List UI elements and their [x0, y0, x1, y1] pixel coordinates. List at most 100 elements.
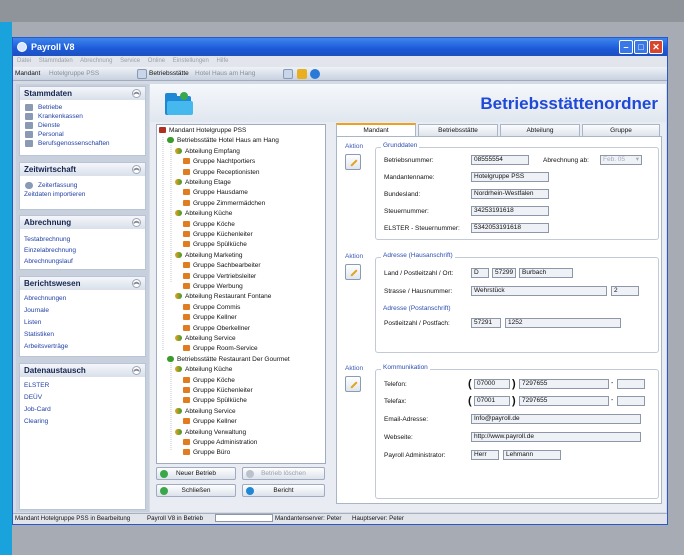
betrieb-loeschen-button[interactable]: Betrieb löschen: [242, 467, 325, 480]
panel-header[interactable]: Abrechnung ︽: [20, 216, 145, 229]
tree-node-abteilung[interactable]: Abteilung Empfang: [175, 147, 240, 156]
mandant-selector[interactable]: Hotelgruppe PSS: [47, 69, 137, 79]
tab-mandant[interactable]: Mandant: [336, 123, 416, 136]
sidebar-item-arbeitsvertraege[interactable]: Arbeitsverträge: [20, 342, 145, 354]
telefon-nummer-field[interactable]: 7297655: [519, 379, 609, 389]
sidebar-item-deuev[interactable]: DEÜV: [20, 393, 145, 405]
collapse-icon[interactable]: ︽: [132, 89, 141, 98]
sidebar-item-dienste[interactable]: Dienste: [20, 121, 145, 130]
panel-header[interactable]: Stammdaten ︽: [20, 87, 145, 100]
back-icon[interactable]: [297, 69, 307, 79]
sidebar-item-job-card[interactable]: Job-Card: [20, 405, 145, 417]
bericht-button[interactable]: Bericht: [242, 484, 325, 497]
tree-node-gruppe[interactable]: Gruppe Commis: [183, 303, 240, 312]
sidebar-item-krankenkassen[interactable]: Krankenkassen: [20, 112, 145, 121]
postfach-field[interactable]: 1252: [505, 318, 621, 328]
ort-field[interactable]: Burbach: [519, 268, 573, 278]
tree-node-gruppe[interactable]: Gruppe Oberkellner: [183, 324, 250, 333]
collapse-icon[interactable]: ︽: [132, 366, 141, 375]
betrieb-picker-icon[interactable]: [283, 69, 293, 79]
telefon-durchwahl-field[interactable]: [617, 379, 645, 389]
sidebar-item-zeitdaten[interactable]: Zeitdaten importieren: [20, 190, 145, 199]
tree-node-gruppe[interactable]: Gruppe Büro: [183, 449, 230, 457]
email-field[interactable]: Info@payroll.de: [471, 414, 641, 424]
tab-betriebsstaette[interactable]: Betriebsstätte: [418, 124, 498, 136]
land-field[interactable]: D: [471, 268, 489, 278]
tree-node-gruppe[interactable]: Gruppe Receptionisten: [183, 168, 260, 177]
collapse-icon[interactable]: ︽: [132, 165, 141, 174]
edit-pencil-icon[interactable]: [345, 376, 361, 392]
sidebar-item-journale[interactable]: Journale: [20, 306, 145, 318]
tree-node-abteilung[interactable]: Abteilung Küche: [175, 210, 232, 218]
menu-stammdaten[interactable]: Stammdaten: [39, 58, 73, 64]
tree-node-gruppe[interactable]: Gruppe Kellner: [183, 418, 237, 426]
tab-abteilung[interactable]: Abteilung: [500, 124, 580, 136]
sidebar-item-abrechnungslauf[interactable]: Abrechnungslauf: [20, 257, 145, 268]
elster-field[interactable]: 5342053191618: [471, 223, 549, 233]
tree-node-gruppe[interactable]: Gruppe Nachtportiers: [183, 158, 255, 166]
tree-node-gruppe[interactable]: Gruppe Kellner: [183, 314, 237, 322]
tree-node-gruppe[interactable]: Gruppe Hausdame: [183, 189, 248, 197]
tree-node-gruppe[interactable]: Gruppe Zimmermädchen: [183, 199, 265, 208]
sidebar-item-personal[interactable]: Personal: [20, 130, 145, 139]
tree-node-abteilung[interactable]: Abteilung Marketing: [175, 251, 242, 260]
telefax-nummer-field[interactable]: 7297655: [519, 396, 609, 406]
tree-node-gruppe[interactable]: Gruppe Küchenleiter: [183, 387, 253, 395]
menu-service[interactable]: Service: [120, 58, 140, 64]
betriebsnummer-field[interactable]: 08555554: [471, 155, 529, 165]
telefon-vorwahl-field[interactable]: 07000: [474, 379, 510, 389]
hausnummer-field[interactable]: 2: [611, 286, 639, 296]
admin-anrede-field[interactable]: Herr: [471, 450, 499, 460]
mandant-picker-icon[interactable]: [137, 69, 147, 79]
sidebar-item-listen[interactable]: Listen: [20, 318, 145, 330]
tree-node-gruppe[interactable]: Gruppe Vertriebsleiter: [183, 272, 256, 281]
tree-node-gruppe[interactable]: Gruppe Köche: [183, 220, 235, 229]
menu-hilfe[interactable]: Hilfe: [217, 58, 229, 64]
plz-field[interactable]: 57299: [492, 268, 516, 278]
telefax-vorwahl-field[interactable]: 07001: [474, 396, 510, 406]
tree-node-mandant[interactable]: Mandant Hotelgruppe PSS: [159, 127, 246, 135]
sidebar-item-berufsgenossenschaften[interactable]: Berufsgenossenschaften: [20, 139, 145, 148]
tree-node-gruppe[interactable]: Gruppe Spülküche: [183, 241, 247, 249]
telefax-durchwahl-field[interactable]: [617, 396, 645, 406]
betrieb-selector[interactable]: Hotel Haus am Hang: [193, 69, 281, 79]
edit-pencil-icon[interactable]: [345, 154, 361, 170]
tree-node-abteilung[interactable]: Abteilung Verwaltung: [175, 428, 246, 437]
sidebar-item-zeiterfassung[interactable]: Zeiterfassung: [20, 181, 145, 190]
tab-gruppe[interactable]: Gruppe: [582, 124, 660, 136]
tree-node-gruppe[interactable]: Gruppe Room-Service: [183, 345, 258, 353]
abrechnung-ab-select[interactable]: Feb. 05 ▾: [600, 155, 642, 165]
sidebar-item-clearing[interactable]: Clearing: [20, 417, 145, 429]
tree-node-gruppe[interactable]: Gruppe Werbung: [183, 283, 243, 291]
tree-node-gruppe[interactable]: Gruppe Küchenleiter: [183, 231, 253, 239]
collapse-icon[interactable]: ︽: [132, 218, 141, 227]
help-icon[interactable]: [310, 69, 320, 79]
tree-node-abteilung[interactable]: Abteilung Service: [175, 335, 236, 343]
sidebar-item-betriebe[interactable]: Betriebe: [20, 103, 145, 112]
webseite-field[interactable]: http://www.payroll.de: [471, 432, 641, 442]
post-plz-field[interactable]: 57291: [471, 318, 501, 328]
sidebar-item-einzelabrechnung[interactable]: Einzelabrechnung: [20, 246, 145, 257]
tree-node-gruppe[interactable]: Gruppe Köche: [183, 376, 235, 385]
tree-node-gruppe[interactable]: Gruppe Sachbearbeiter: [183, 262, 261, 270]
tree-node-betriebsstaette[interactable]: Betriebsstätte Restaurant Der Gourmet: [167, 355, 290, 364]
bundesland-field[interactable]: Nordrhein-Westfalen: [471, 189, 549, 199]
strasse-field[interactable]: Wehrstück: [471, 286, 607, 296]
tree-node-gruppe[interactable]: Gruppe Administration: [183, 439, 257, 447]
schliessen-button[interactable]: Schließen: [156, 484, 236, 497]
panel-header[interactable]: Berichtswesen ︽: [20, 277, 145, 290]
maximize-icon[interactable]: □: [634, 40, 648, 54]
menu-einstellungen[interactable]: Einstellungen: [173, 58, 209, 64]
steuernummer-field[interactable]: 34253191618: [471, 206, 549, 216]
mandantenname-field[interactable]: Hotelgruppe PSS: [471, 172, 549, 182]
sidebar-item-elster[interactable]: ELSTER: [20, 381, 145, 393]
sidebar-item-testabrechnung[interactable]: Testabrechnung: [20, 235, 145, 246]
close-icon[interactable]: ✕: [649, 40, 663, 54]
menu-online[interactable]: Online: [148, 58, 165, 64]
tree-node-abteilung[interactable]: Abteilung Service: [175, 407, 236, 416]
tree-node-gruppe[interactable]: Gruppe Spülküche: [183, 397, 247, 405]
sidebar-item-statistiken[interactable]: Statistiken: [20, 330, 145, 342]
tree-node-abteilung[interactable]: Abteilung Restaurant Fontane: [175, 293, 271, 301]
tree-node-betriebsstaette[interactable]: Betriebsstätte Hotel Haus am Hang: [167, 137, 279, 145]
tree-node-abteilung[interactable]: Abteilung Etage: [175, 179, 231, 187]
